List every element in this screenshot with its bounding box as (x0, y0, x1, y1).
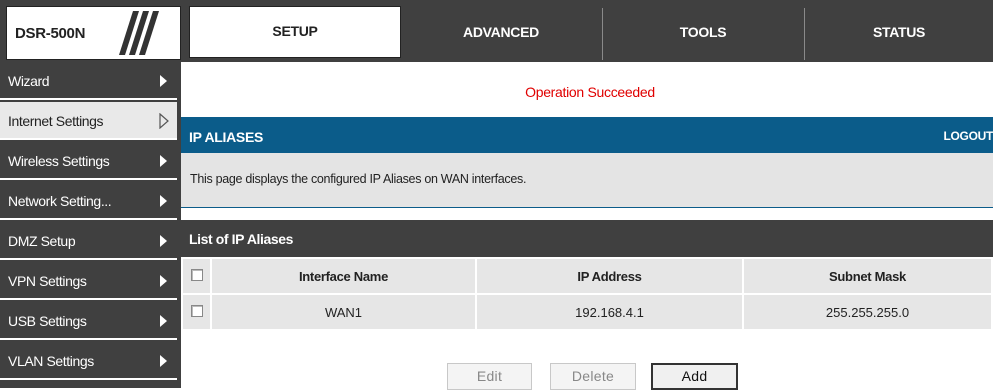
sidebar-item-usb-settings[interactable]: USB Settings (0, 302, 177, 340)
edit-button[interactable]: Edit (447, 363, 532, 390)
cell-ip-address: 192.168.4.1 (475, 293, 744, 331)
sidebar-item-label: Wireless Settings (8, 153, 110, 169)
triangle-right-icon (160, 195, 167, 207)
triangle-right-outline-icon (159, 113, 169, 129)
sidebar-item-wireless-settings[interactable]: Wireless Settings (0, 142, 177, 180)
row-select-cell (181, 293, 212, 331)
sidebar-item-label: Wizard (8, 73, 50, 89)
status-message: Operation Succeeded (525, 84, 655, 100)
list-title: List of IP Aliases (189, 231, 294, 247)
sidebar-item-label: USB Settings (8, 313, 87, 329)
tab-status[interactable]: STATUS (805, 8, 993, 60)
page-title: IP ALIASES (189, 129, 264, 145)
top-navigation-bar: DSR-500N SETUP ADVANCED TOOLS STATUS (0, 0, 993, 62)
table-row[interactable]: WAN1 192.168.4.1 255.255.255.0 (181, 293, 993, 331)
row-checkbox[interactable] (190, 304, 203, 317)
model-name: DSR-500N (15, 25, 86, 42)
slash-divider-icon (119, 11, 159, 55)
sidebar-item-dmz-setup[interactable]: DMZ Setup (0, 222, 177, 260)
column-header-interface-name: Interface Name (210, 257, 477, 295)
sidebar-item-network-settings[interactable]: Network Setting... (0, 182, 177, 220)
select-all-checkbox[interactable] (190, 268, 203, 281)
add-button[interactable]: Add (651, 363, 738, 390)
cell-interface-name: WAN1 (210, 293, 477, 331)
cell-subnet-mask: 255.255.255.0 (742, 293, 993, 331)
triangle-right-icon (160, 275, 167, 287)
triangle-right-icon (160, 315, 167, 327)
sidebar-item-label: Internet Settings (8, 113, 104, 129)
panel-header: IP ALIASES LOGOUT (181, 117, 993, 153)
select-all-cell (181, 257, 212, 295)
model-logo-box: DSR-500N (6, 6, 181, 60)
sidebar-item-wizard[interactable]: Wizard (0, 62, 177, 100)
sidebar-item-label: VPN Settings (8, 273, 87, 289)
triangle-right-icon (160, 155, 167, 167)
sidebar-item-label: Network Setting... (8, 193, 112, 209)
ip-aliases-table: Interface Name IP Address Subnet Mask WA… (181, 257, 993, 331)
sidebar: Wizard Internet Settings Wireless Settin… (0, 62, 181, 388)
tab-advanced[interactable]: ADVANCED (401, 8, 601, 60)
triangle-right-icon (160, 355, 167, 367)
table-header-row: Interface Name IP Address Subnet Mask (181, 257, 993, 295)
page-description: This page displays the configured IP Ali… (190, 172, 527, 186)
page-description-box: This page displays the configured IP Ali… (181, 153, 993, 208)
triangle-right-icon (160, 75, 167, 87)
triangle-right-icon (160, 235, 167, 247)
logout-link[interactable]: LOGOUT (943, 129, 993, 143)
tab-setup[interactable]: SETUP (189, 6, 401, 58)
sidebar-item-vpn-settings[interactable]: VPN Settings (0, 262, 177, 300)
list-header: List of IP Aliases (181, 220, 993, 257)
column-header-subnet-mask: Subnet Mask (742, 257, 993, 295)
delete-button[interactable]: Delete (550, 363, 636, 390)
sidebar-item-internet-settings[interactable]: Internet Settings (0, 102, 177, 140)
sidebar-item-vlan-settings[interactable]: VLAN Settings (0, 342, 177, 380)
column-header-ip-address: IP Address (475, 257, 744, 295)
tab-tools[interactable]: TOOLS (603, 8, 803, 60)
sidebar-item-label: DMZ Setup (8, 233, 76, 249)
sidebar-item-label: VLAN Settings (8, 353, 94, 369)
